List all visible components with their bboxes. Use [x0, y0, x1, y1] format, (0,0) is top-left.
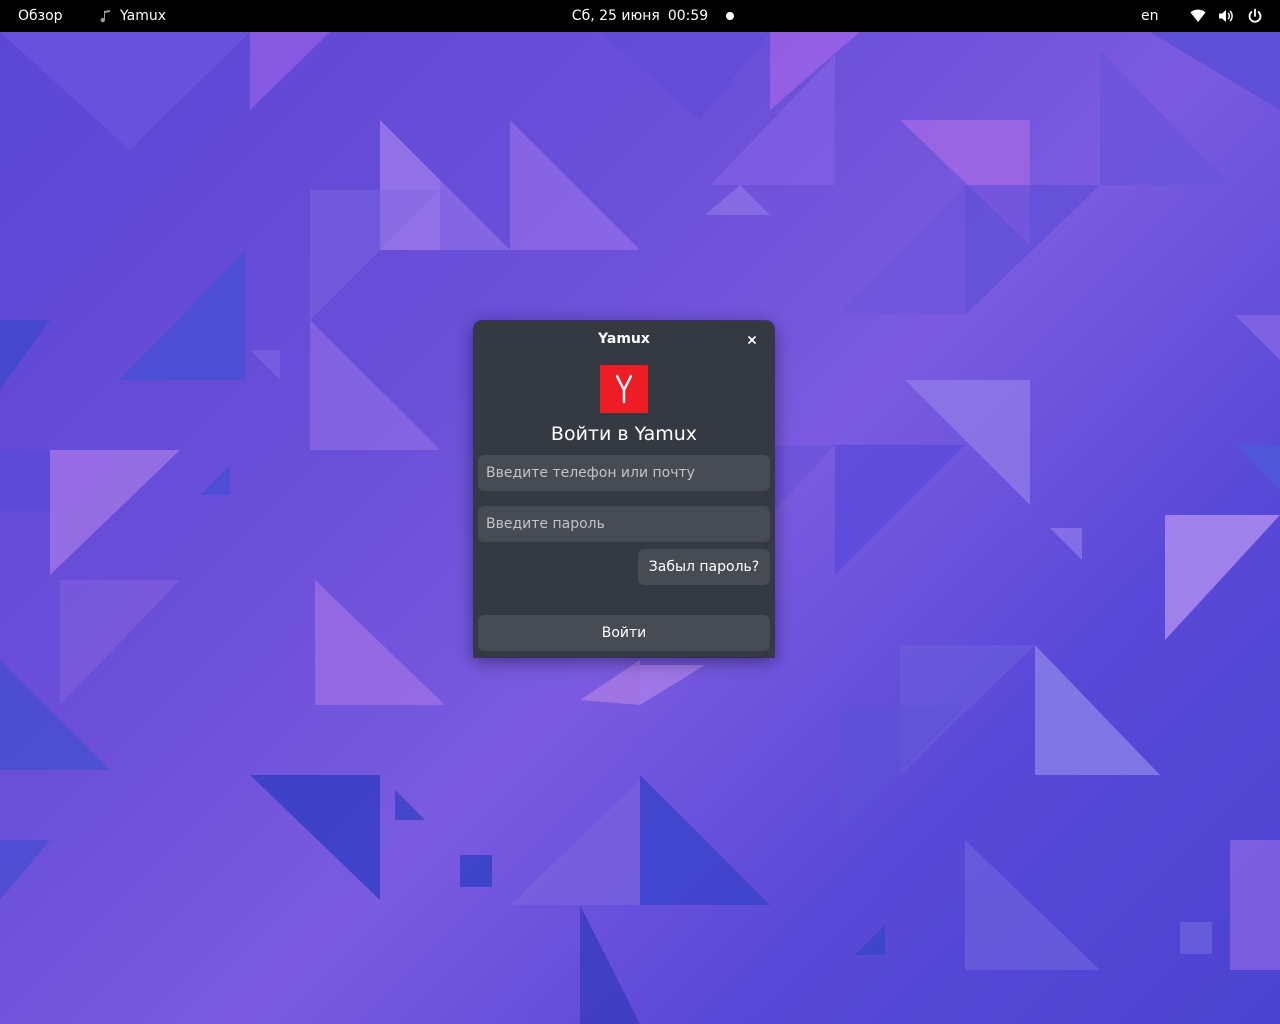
- login-dialog: Yamux Войти в Yamux Введите телефон или …: [474, 321, 774, 657]
- notification-dot: [726, 12, 734, 20]
- close-icon: [747, 330, 757, 349]
- login-button[interactable]: Войти: [478, 615, 770, 651]
- login-input[interactable]: Введите телефон или почту: [478, 455, 770, 491]
- time-label: 00:59: [667, 8, 709, 24]
- date-label: Сб, 25 июня: [571, 8, 660, 24]
- wifi-icon[interactable]: [1190, 8, 1206, 24]
- app-menu-button[interactable]: Yamux: [100, 0, 166, 32]
- app-menu-label: Yamux: [120, 8, 166, 24]
- music-note-icon: [100, 9, 112, 23]
- activities-button[interactable]: Обзор: [18, 0, 63, 32]
- language-indicator[interactable]: en: [1141, 0, 1159, 32]
- password-input[interactable]: Введите пароль: [478, 506, 770, 542]
- dialog-title: Yamux: [598, 331, 650, 347]
- close-button[interactable]: [742, 329, 762, 349]
- clock-button[interactable]: Сб, 25 июня 00:59: [0, 0, 1280, 32]
- volume-icon[interactable]: [1218, 8, 1234, 24]
- yamux-logo: [600, 365, 648, 413]
- login-heading: Войти в Yamux: [550, 423, 698, 445]
- top-bar: Обзор Yamux Сб, 25 июня 00:59 en: [0, 0, 1280, 32]
- forgot-password-button[interactable]: Забыл пароль?: [638, 549, 770, 585]
- power-icon[interactable]: [1247, 8, 1263, 24]
